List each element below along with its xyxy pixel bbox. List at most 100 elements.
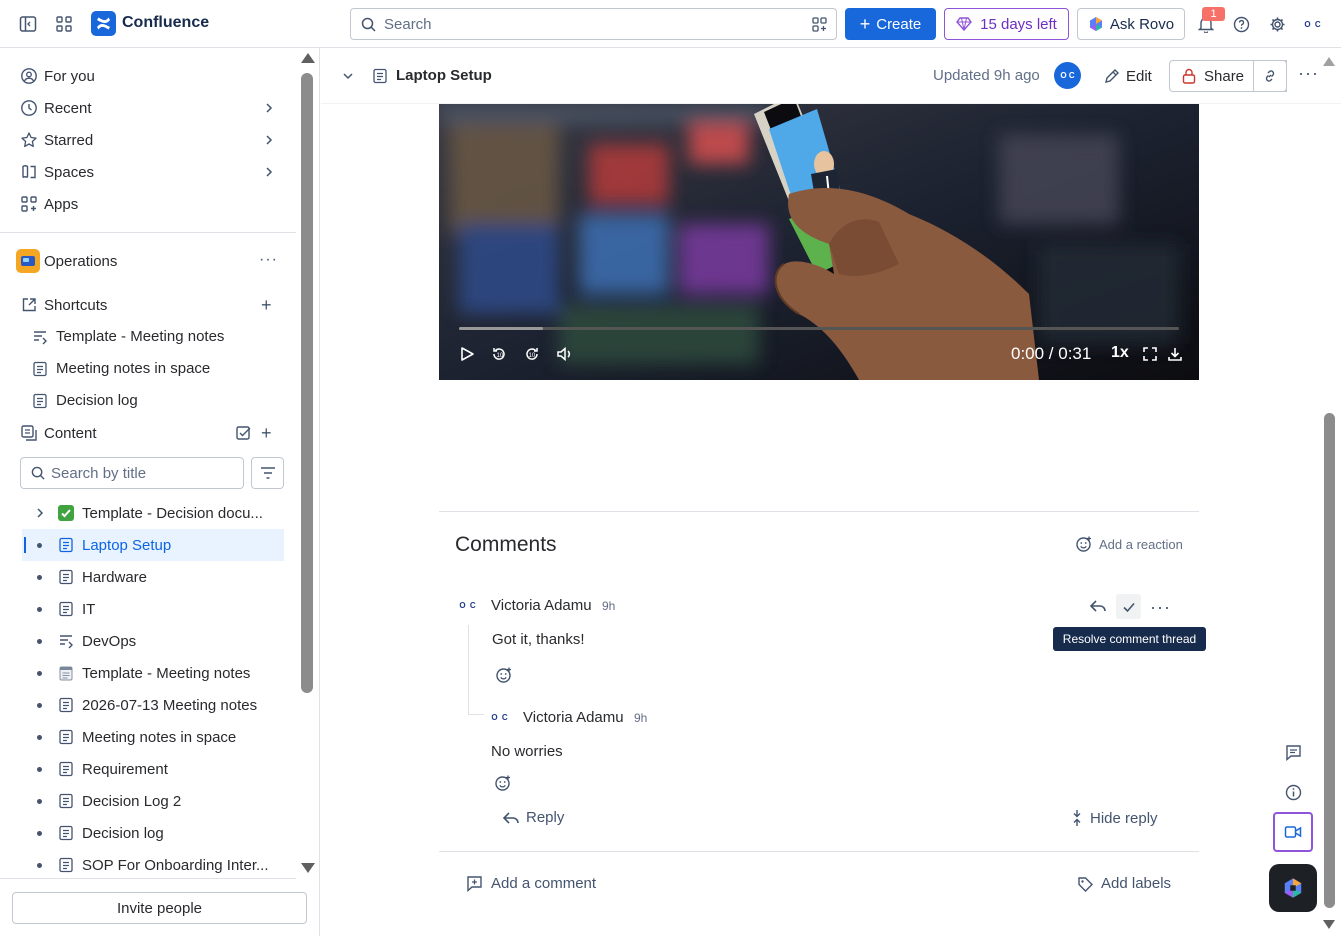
comment-timestamp[interactable]: 9h — [602, 599, 615, 613]
reply-arrow-icon[interactable] — [1089, 598, 1107, 614]
bulk-edit-icon[interactable] — [235, 424, 253, 442]
tree-item-active[interactable]: Laptop Setup — [22, 529, 284, 561]
shortcut-item[interactable]: Meeting notes in space — [0, 353, 296, 385]
reply-author-avatar[interactable]: O C — [488, 707, 512, 727]
tree-item[interactable]: DevOps — [22, 625, 284, 657]
clock-icon — [20, 99, 38, 117]
add-reaction-icon — [1075, 535, 1093, 553]
hide-reply-button[interactable]: Hide reply — [1070, 809, 1158, 827]
add-labels-label: Add labels — [1101, 875, 1172, 892]
download-icon[interactable] — [1167, 346, 1183, 362]
add-reaction-label: Add a reaction — [1099, 536, 1183, 552]
rewind-10-icon[interactable]: 10 — [490, 345, 508, 363]
shortcut-item[interactable]: Decision log — [0, 385, 296, 417]
comment-author-name[interactable]: Victoria Adamu — [491, 597, 592, 614]
more-actions-icon[interactable]: ··· — [1298, 63, 1319, 84]
collapse-chevron-icon[interactable] — [341, 69, 355, 83]
reply-author-name[interactable]: Victoria Adamu — [523, 709, 624, 726]
tree-item[interactable]: Hardware — [22, 561, 284, 593]
updated-timestamp[interactable]: Updated 9h ago — [933, 67, 1040, 84]
tree-item[interactable]: Decision log — [22, 817, 284, 849]
add-reaction-button[interactable]: Add a reaction — [1075, 535, 1183, 553]
tree-item[interactable]: Template - Decision docu... — [22, 497, 284, 529]
sidebar-item-spaces[interactable]: Spaces — [0, 156, 296, 188]
page-icon — [58, 761, 74, 777]
tree-item[interactable]: Template - Meeting notes — [22, 657, 284, 689]
add-comment-button[interactable]: Add a comment — [466, 875, 596, 892]
add-labels-button[interactable]: Add labels — [1077, 875, 1171, 892]
space-more-icon[interactable]: ··· — [259, 251, 278, 269]
tree-item[interactable]: SOP For Onboarding Inter... — [22, 849, 284, 881]
add-shortcut-icon[interactable]: + — [261, 295, 272, 316]
main-scroll-up-arrow-icon[interactable] — [1323, 57, 1335, 66]
main-scrollbar[interactable] — [1324, 413, 1335, 908]
settings-gear-icon[interactable] — [1267, 14, 1287, 34]
edit-button[interactable]: Edit — [1096, 60, 1161, 92]
bullet-icon — [37, 767, 42, 772]
details-panel-button[interactable] — [1273, 772, 1313, 812]
tree-item[interactable]: Requirement — [22, 753, 284, 785]
sidebar-item-for-you[interactable]: For you — [0, 60, 296, 92]
play-icon[interactable] — [459, 346, 475, 362]
video-player[interactable]: 10 10 0:00 / 0:31 1x — [439, 104, 1199, 380]
app-switcher-icon[interactable] — [54, 14, 74, 34]
reply-timestamp[interactable]: 9h — [634, 711, 647, 725]
contributor-avatar[interactable]: O C — [1054, 62, 1081, 89]
loom-panel-button[interactable] — [1273, 812, 1313, 852]
tree-item-label: IT — [82, 600, 96, 618]
sidebar-item-starred[interactable]: Starred — [0, 124, 296, 156]
comment-author-avatar[interactable]: O C — [456, 595, 480, 615]
scroll-up-arrow-icon[interactable] — [301, 53, 315, 63]
add-comment-label: Add a comment — [491, 875, 597, 892]
tree-item[interactable]: IT — [22, 593, 284, 625]
content-section[interactable]: Content + — [0, 417, 296, 449]
app-name[interactable]: Confluence — [122, 14, 209, 32]
comment-more-icon[interactable]: ··· — [1150, 597, 1171, 618]
playback-speed[interactable]: 1x — [1111, 344, 1129, 362]
tree-item[interactable]: Meeting notes in space — [22, 721, 284, 753]
sidebar-item-apps[interactable]: Apps — [0, 188, 296, 220]
forward-10-icon[interactable]: 10 — [523, 345, 541, 363]
confluence-logo-icon[interactable] — [91, 11, 116, 36]
reply-button[interactable]: Reply — [502, 809, 564, 826]
trial-button[interactable]: 15 days left — [944, 8, 1069, 40]
expand-chevron-icon[interactable] — [34, 506, 46, 520]
bullet-icon — [37, 735, 42, 740]
invite-people-button[interactable]: Invite people — [12, 892, 307, 924]
content-search-input[interactable]: Search by title — [20, 457, 244, 489]
search-input[interactable]: Search — [350, 8, 837, 40]
space-header-operations[interactable]: Operations ··· — [0, 245, 296, 277]
sidebar-scrollbar[interactable] — [301, 73, 313, 693]
fullscreen-icon[interactable] — [1142, 346, 1158, 362]
resolve-check-icon[interactable] — [1116, 594, 1141, 619]
copy-link-button[interactable] — [1253, 60, 1287, 92]
sidebar-toggle-icon[interactable] — [18, 14, 38, 34]
tree-item-label: Template - Decision docu... — [82, 504, 263, 522]
chevron-right-icon[interactable] — [262, 101, 276, 115]
tree-item[interactable]: Decision Log 2 — [22, 785, 284, 817]
filter-button[interactable] — [251, 457, 284, 489]
create-button[interactable]: + Create — [845, 8, 936, 40]
search-icon — [361, 17, 376, 32]
ask-rovo-button[interactable]: Ask Rovo — [1077, 8, 1185, 40]
comment-reaction-icon[interactable] — [495, 666, 513, 684]
page-icon — [58, 601, 74, 617]
chevron-right-icon[interactable] — [262, 165, 276, 179]
main-scroll-down-arrow-icon[interactable] — [1323, 920, 1335, 929]
add-content-icon[interactable]: + — [261, 423, 272, 444]
chevron-right-icon[interactable] — [262, 133, 276, 147]
user-avatar[interactable]: O C — [1300, 12, 1326, 36]
shortcut-item[interactable]: Template - Meeting notes — [0, 321, 296, 353]
rovo-chat-button[interactable] — [1269, 864, 1317, 912]
advanced-search-icon[interactable] — [812, 17, 827, 32]
comments-panel-button[interactable] — [1273, 732, 1313, 772]
filter-icon — [260, 466, 276, 480]
volume-icon[interactable] — [556, 345, 574, 363]
bullet-icon — [37, 831, 42, 836]
shortcuts-section[interactable]: Shortcuts + — [0, 289, 296, 321]
reply-reaction-icon[interactable] — [494, 774, 512, 792]
sidebar-item-recent[interactable]: Recent — [0, 92, 296, 124]
scroll-down-arrow-icon[interactable] — [301, 863, 315, 873]
help-icon[interactable] — [1231, 14, 1251, 34]
tree-item[interactable]: 2026-07-13 Meeting notes — [22, 689, 284, 721]
